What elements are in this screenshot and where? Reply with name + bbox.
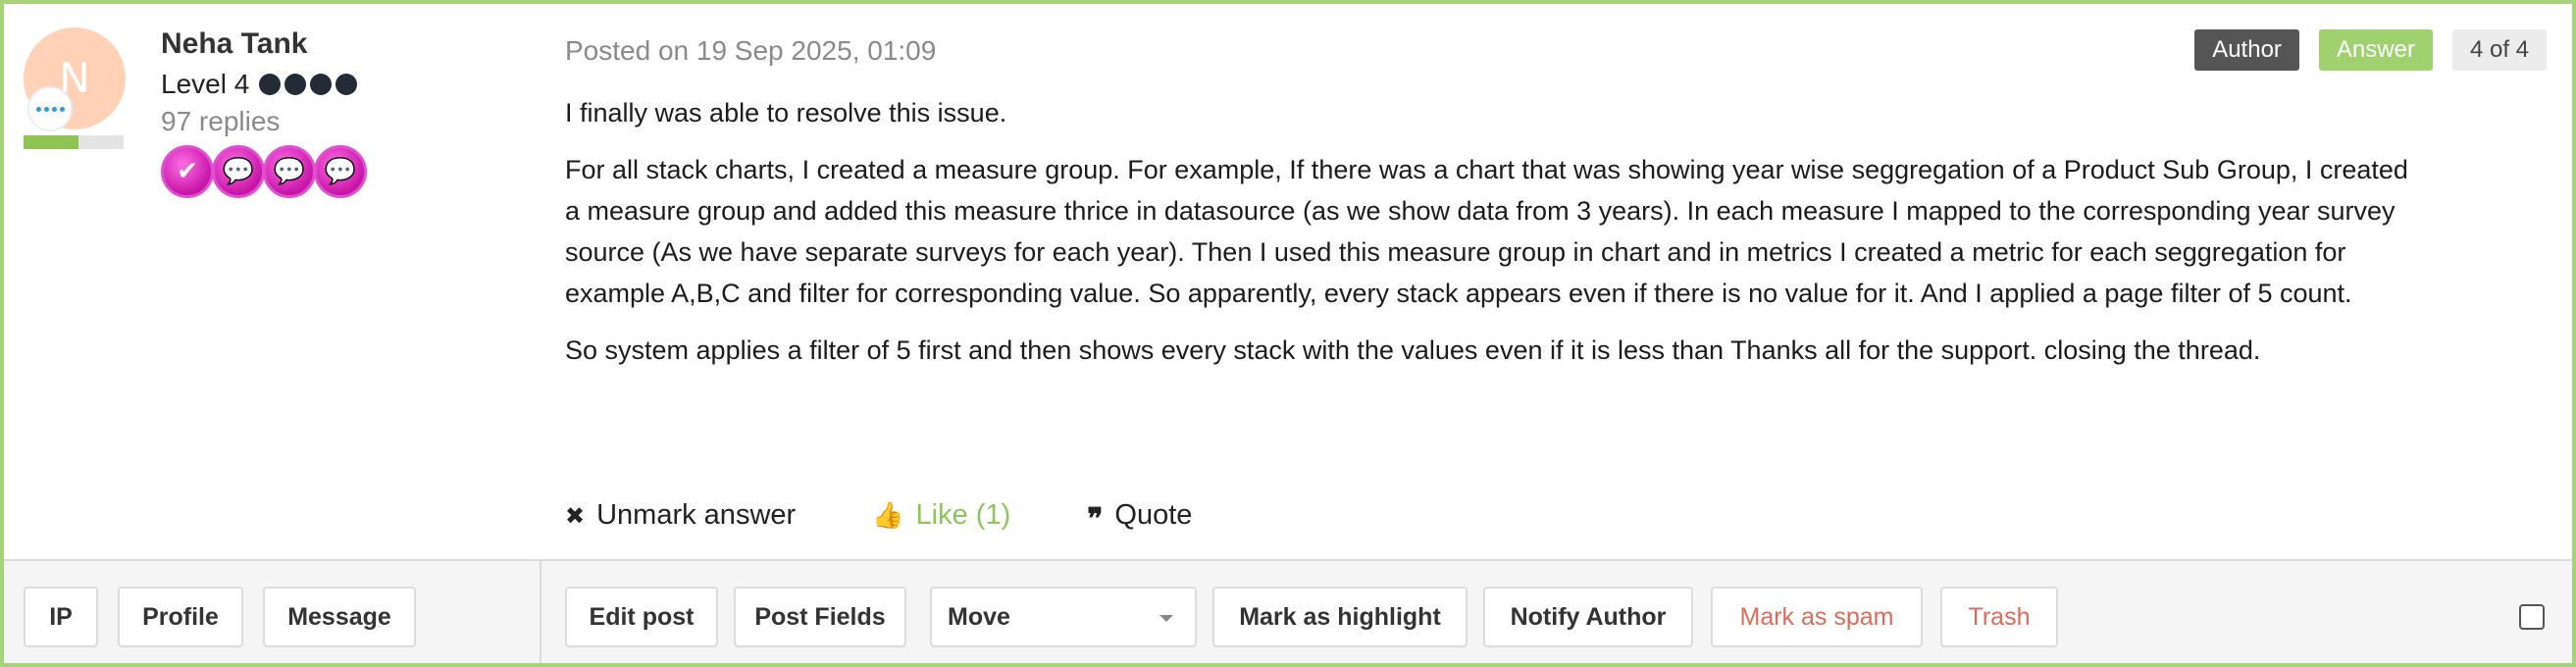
post-body: I finally was able to resolve this issue… (565, 92, 2409, 386)
author-tag: Author (2194, 29, 2299, 71)
mark-spam-button[interactable]: Mark as spam (1711, 587, 1923, 647)
level-dot-icon (259, 74, 282, 95)
user-toolbar: IP Profile Message (4, 561, 541, 663)
check-badge-icon[interactable]: ✔ (161, 145, 214, 198)
edit-post-button[interactable]: Edit post (565, 587, 718, 647)
move-select-value: Move (948, 602, 1010, 631)
author-panel: N Neha Tank Level 4 97 replies ✔ 💬 💬 💬 (4, 4, 541, 559)
quote-button[interactable]: ❞ Quote (1087, 494, 1192, 537)
chat-badge-icon[interactable]: 💬 (263, 145, 316, 198)
level-dot-icon (310, 74, 333, 95)
forum-post: N Neha Tank Level 4 97 replies ✔ 💬 💬 💬 Post… (0, 0, 2576, 667)
like-label: Like (1) (915, 499, 1011, 531)
author-level: Level 4 (161, 69, 358, 100)
author-level-label: Level 4 (161, 69, 250, 99)
moderation-toolbar: IP Profile Message Edit post Post Fields… (4, 559, 2572, 663)
chat-badge-icon[interactable]: 💬 (314, 145, 367, 198)
author-name[interactable]: Neha Tank (161, 27, 308, 61)
reputation-bar (24, 135, 124, 149)
level-dot-icon (335, 74, 358, 95)
profile-button[interactable]: Profile (118, 587, 243, 647)
post-paragraph: So system applies a filter of 5 first an… (565, 335, 2261, 365)
post-paragraph: I finally was able to resolve this issue… (565, 98, 1007, 128)
post-actions: ✖ Unmark answer 👍 Like (1) ❞ Quote (565, 494, 1268, 537)
author-replies-count: 97 replies (161, 106, 281, 136)
select-post-checkbox[interactable] (2519, 604, 2545, 630)
close-icon: ✖ (565, 501, 586, 530)
post-paragraph: For all stack charts, I created a measur… (565, 155, 2408, 308)
unmark-answer-label: Unmark answer (596, 499, 797, 531)
trash-button[interactable]: Trash (1940, 587, 2058, 647)
answer-tag: Answer (2318, 29, 2433, 71)
reputation-bar-fill (24, 135, 79, 149)
notify-author-button[interactable]: Notify Author (1483, 587, 1693, 647)
level-dots-icon (259, 74, 358, 95)
thumbs-up-icon: 👍 (872, 500, 904, 531)
unmark-answer-button[interactable]: ✖ Unmark answer (565, 499, 796, 532)
post-tags: Author Answer 4 of 4 (2194, 29, 2547, 71)
post-timestamp: Posted on 19 Sep 2025, 01:09 (565, 35, 937, 66)
quote-icon: ❞ (1087, 502, 1104, 537)
quote-label: Quote (1114, 499, 1193, 531)
post-fields-button[interactable]: Post Fields (734, 587, 906, 647)
move-select[interactable]: Move (930, 587, 1197, 647)
mark-highlight-button[interactable]: Mark as highlight (1212, 587, 1468, 647)
author-badges: ✔ 💬 💬 💬 (161, 145, 367, 198)
level-dot-icon (284, 74, 307, 95)
post-position-tag: 4 of 4 (2451, 29, 2547, 71)
chevron-down-icon (1159, 615, 1173, 622)
avatar-container: N (24, 27, 126, 149)
ip-button[interactable]: IP (24, 587, 98, 647)
message-button[interactable]: Message (263, 587, 416, 647)
online-status-icon (27, 86, 73, 131)
chat-badge-icon[interactable]: 💬 (212, 145, 265, 198)
like-button[interactable]: 👍 Like (1) (872, 499, 1010, 532)
